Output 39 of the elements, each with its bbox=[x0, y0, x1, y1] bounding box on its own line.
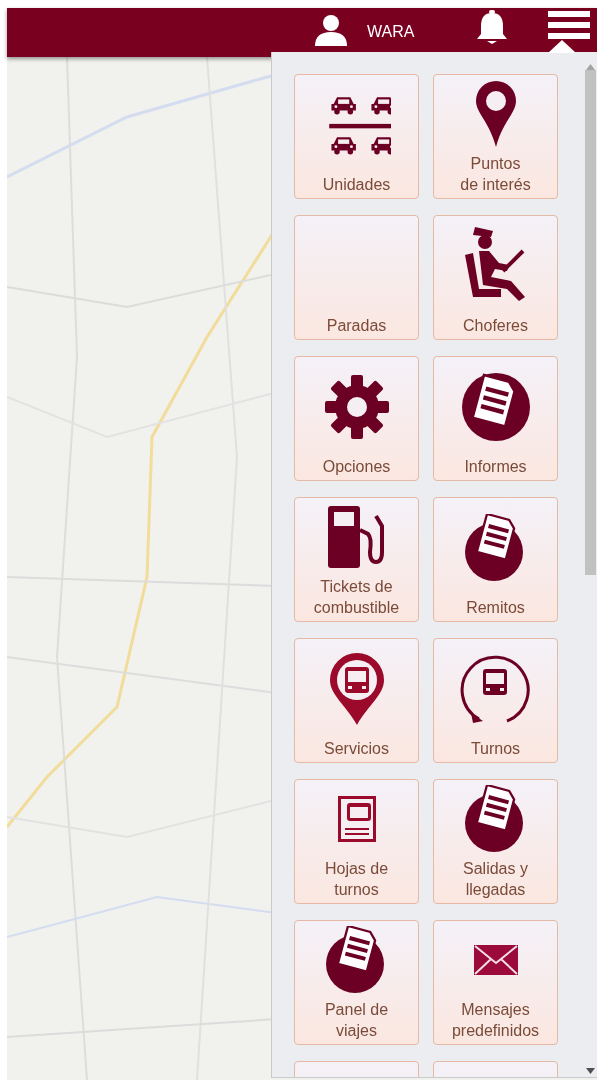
tile-label: Hojas de turnos bbox=[324, 859, 389, 900]
tile-label: Opciones bbox=[322, 457, 391, 477]
menu-tile[interactable]: Paradas bbox=[294, 215, 419, 340]
tile-label: Salidas y llegadas bbox=[463, 859, 528, 900]
menu-tile[interactable]: Puntos de interés bbox=[433, 74, 558, 199]
menu-button[interactable] bbox=[548, 11, 590, 39]
scrollbar[interactable] bbox=[584, 64, 597, 1076]
tile-label: Choferes bbox=[463, 316, 528, 336]
menu-tile[interactable]: Tickets de combustible bbox=[294, 497, 419, 622]
menu-tile[interactable]: Informes bbox=[433, 356, 558, 481]
pin-icon bbox=[474, 81, 517, 147]
report-icon bbox=[459, 372, 532, 441]
menu-tile[interactable]: Choferes bbox=[433, 215, 558, 340]
tile-label: Tickets de combustible bbox=[313, 577, 400, 618]
tile-label: Remitos bbox=[466, 598, 525, 618]
tile-label: Unidades bbox=[322, 175, 391, 195]
gear-icon bbox=[324, 374, 389, 439]
menu-tile[interactable]: Opciones bbox=[294, 356, 419, 481]
tile-label: Servicios bbox=[324, 739, 389, 759]
menu-tile[interactable]: Salidas y llegadas bbox=[433, 779, 558, 904]
menu-tile[interactable]: Servicios bbox=[294, 638, 419, 763]
menu-tile[interactable]: Panel de viajes bbox=[294, 920, 419, 1045]
mail-icon bbox=[473, 945, 518, 975]
tile-label: Puntos de interés bbox=[460, 154, 531, 195]
scroll-down-icon[interactable] bbox=[586, 1068, 595, 1074]
bus-sheet-icon bbox=[337, 796, 376, 842]
menu-tile[interactable]: Turnos bbox=[433, 638, 558, 763]
tile-label: Turnos bbox=[470, 739, 521, 759]
menu-tile[interactable]: Hojas de turnos bbox=[294, 779, 419, 904]
menu-tile[interactable]: Mensajes predefinidos bbox=[433, 920, 558, 1045]
bus-pin-icon bbox=[327, 652, 386, 725]
tile-label: Mensajes predefinidos bbox=[451, 1000, 540, 1041]
menu-tile[interactable]: Unidades bbox=[294, 74, 419, 199]
user-icon[interactable] bbox=[313, 14, 349, 46]
tile-label: Panel de viajes bbox=[324, 1000, 389, 1041]
user-name[interactable]: WARA bbox=[367, 20, 415, 44]
tile-label: Informes bbox=[464, 457, 527, 477]
tile-label: Paradas bbox=[326, 316, 387, 336]
menu-tile[interactable]: Remitos bbox=[433, 497, 558, 622]
